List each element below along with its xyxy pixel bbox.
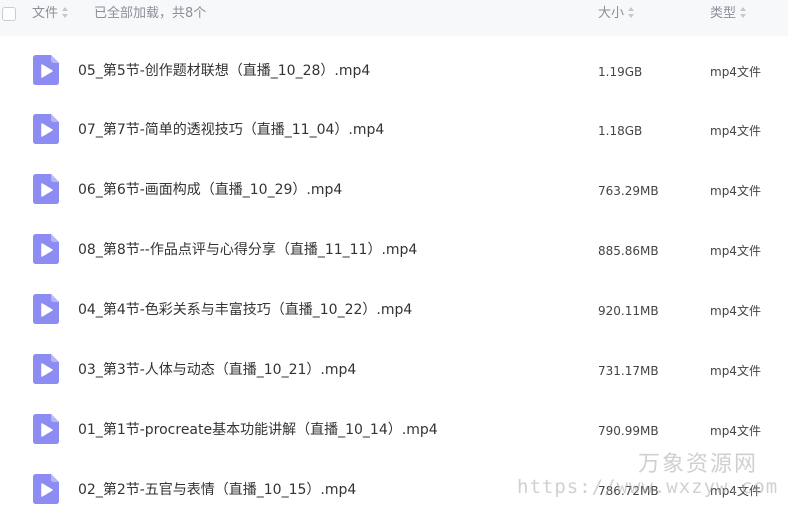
video-file-icon xyxy=(33,114,59,144)
file-list-view: 文件 已全部加载，共8个 大小 类型 05_第5节-创作题材联想（直播_10_2… xyxy=(0,0,788,520)
file-row[interactable]: 08_第8节--作品点评与心得分享（直播_11_11）.mp4 885.86MB m… xyxy=(0,221,788,281)
file-size: 920.11MB xyxy=(598,304,659,318)
video-file-icon xyxy=(33,234,59,264)
file-name[interactable]: 03_第3节-人体与动态（直播_10_21）.mp4 xyxy=(78,361,356,379)
watermark-url: https://www.wxzyw.com xyxy=(517,476,779,498)
sort-arrows-icon[interactable] xyxy=(628,7,635,18)
video-file-icon xyxy=(33,474,59,504)
file-size: 731.17MB xyxy=(598,364,659,378)
video-file-icon xyxy=(33,354,59,384)
file-size: 1.19GB xyxy=(598,65,643,79)
watermark-text: 万象资源网 xyxy=(638,452,759,477)
video-file-icon xyxy=(33,55,59,85)
load-status: 已全部加载，共8个 xyxy=(94,6,207,21)
file-row[interactable]: 05_第5节-创作题材联想（直播_10_28）.mp4 1.19GB mp4文件 xyxy=(0,42,788,102)
column-header-file-label: 文件 xyxy=(32,6,59,21)
file-size: 885.86MB xyxy=(598,244,659,258)
sort-arrows-icon[interactable] xyxy=(62,7,69,18)
list-header: 文件 已全部加载，共8个 大小 类型 xyxy=(0,0,788,36)
column-header-type[interactable]: 类型 xyxy=(710,6,747,22)
sort-arrows-icon[interactable] xyxy=(740,7,747,18)
file-name[interactable]: 01_第1节-procreate基本功能讲解（直播_10_14）.mp4 xyxy=(78,421,438,439)
file-type: mp4文件 xyxy=(710,184,761,198)
file-name[interactable]: 08_第8节--作品点评与心得分享（直播_11_11）.mp4 xyxy=(78,241,417,259)
file-type: mp4文件 xyxy=(710,244,761,258)
file-type: mp4文件 xyxy=(710,364,761,378)
file-row[interactable]: 06_第6节-画面构成（直播_10_29）.mp4 763.29MB mp4文件 xyxy=(0,161,788,221)
column-header-type-label: 类型 xyxy=(710,6,737,21)
column-header-size[interactable]: 大小 xyxy=(598,6,635,22)
video-file-icon xyxy=(33,174,59,204)
file-size: 790.99MB xyxy=(598,424,659,438)
file-size: 1.18GB xyxy=(598,124,643,138)
file-row[interactable]: 07_第7节-简单的透视技巧（直播_11_04）.mp4 1.18GB mp4文件 xyxy=(0,101,788,161)
file-name[interactable]: 06_第6节-画面构成（直播_10_29）.mp4 xyxy=(78,181,342,199)
file-name[interactable]: 04_第4节-色彩关系与丰富技巧（直播_10_22）.mp4 xyxy=(78,301,412,319)
file-name[interactable]: 05_第5节-创作题材联想（直播_10_28）.mp4 xyxy=(78,62,370,80)
file-type: mp4文件 xyxy=(710,65,761,79)
file-name[interactable]: 02_第2节-五官与表情（直播_10_15）.mp4 xyxy=(78,481,356,499)
select-all-checkbox[interactable] xyxy=(2,7,16,21)
file-name[interactable]: 07_第7节-简单的透视技巧（直播_11_04）.mp4 xyxy=(78,121,384,139)
file-type: mp4文件 xyxy=(710,124,761,138)
column-header-file[interactable]: 文件 xyxy=(32,6,69,22)
file-type: mp4文件 xyxy=(710,304,761,318)
video-file-icon xyxy=(33,294,59,324)
file-size: 763.29MB xyxy=(598,184,659,198)
file-row[interactable]: 03_第3节-人体与动态（直播_10_21）.mp4 731.17MB mp4文件 xyxy=(0,341,788,401)
file-row[interactable]: 04_第4节-色彩关系与丰富技巧（直播_10_22）.mp4 920.11MB mp… xyxy=(0,281,788,341)
column-header-size-label: 大小 xyxy=(598,6,625,21)
file-type: mp4文件 xyxy=(710,424,761,438)
video-file-icon xyxy=(33,414,59,444)
